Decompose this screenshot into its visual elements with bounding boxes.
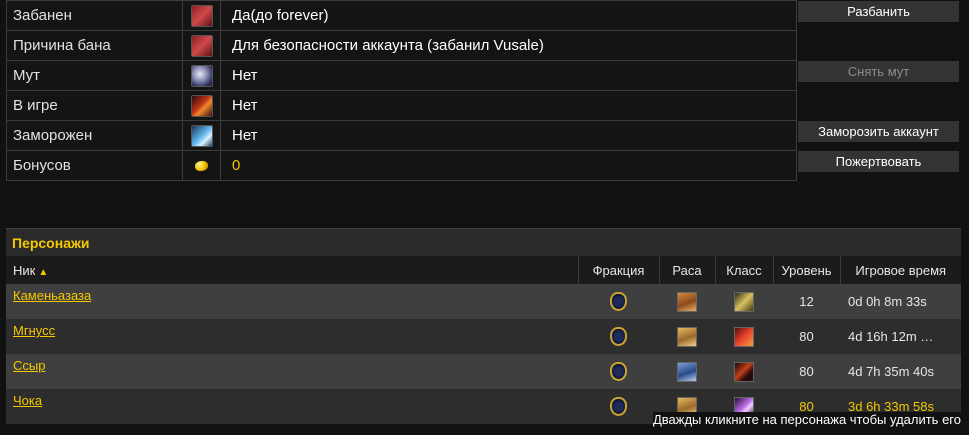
unban-button[interactable]: Разбанить [798,1,959,22]
info-label: Причина бана [6,30,183,61]
paladin-class-icon [734,326,754,347]
info-value: Да(до forever) [220,0,797,31]
info-row-banned: Забанен Да(до forever) [6,0,797,31]
warrior-class-icon [734,291,754,312]
info-label: Бонусов [6,150,183,181]
character-played-time: 4d 16h 12m … [840,319,961,354]
column-header-faction[interactable]: Фракция [577,256,659,284]
characters-panel: Персонажи Ник ▲ Фракция Раса Класс Уровен… [6,228,961,424]
info-value: Нет [220,60,797,91]
alliance-faction-icon [610,327,627,346]
dwarf-race-icon [677,291,697,312]
info-label: Забанен [6,0,183,31]
freeze-account-button[interactable]: Заморозить аккаунт [798,121,959,142]
draenei-race-icon [677,361,697,382]
info-row-online: В игре Нет [6,90,797,121]
mute-icon [190,64,213,87]
donate-button[interactable]: Пожертвовать [798,151,959,172]
character-level: 80 [773,354,840,389]
column-header-class[interactable]: Класс [714,256,773,284]
gold-coin-icon [195,161,208,172]
character-row[interactable]: Ссыр 80 4d 7h 35m 40s [6,354,961,389]
character-level: 12 [773,284,840,319]
character-name-link[interactable]: Каменьазаза [13,288,91,303]
characters-title: Персонажи [6,228,961,256]
info-value: 0 [220,150,797,181]
column-header-nick[interactable]: Ник ▲ [6,256,578,284]
character-name-link[interactable]: Чока [13,393,42,408]
column-header-race[interactable]: Раса [658,256,715,284]
column-header-played-time[interactable]: Игровое время [839,256,961,284]
character-row[interactable]: Мгнусс 80 4d 16h 12m … [6,319,961,354]
column-header-level[interactable]: Уровень [772,256,840,284]
online-icon [190,94,213,117]
info-row-ban-reason: Причина бана Для безопасности аккаунта (… [6,30,797,61]
info-label: Заморожен [6,120,183,151]
info-value: Для безопасности аккаунта (забанил Vusal… [220,30,797,61]
alliance-faction-icon [610,292,627,311]
frost-icon [190,124,213,147]
info-label: В игре [6,90,183,121]
info-row-frozen: Заморожен Нет [6,120,797,151]
ban-hand-icon [190,34,213,57]
human-race-icon [677,326,697,347]
ban-hand-icon [190,4,213,27]
character-row[interactable]: Каменьазаза 12 0d 0h 8m 33s [6,284,961,319]
character-name-link[interactable]: Мгнусс [13,323,55,338]
death-knight-class-icon [734,361,754,382]
info-row-mute: Мут Нет [6,60,797,91]
info-row-bonus: Бонусов 0 [6,150,797,181]
characters-table: Ник ▲ Фракция Раса Класс Уровень Игровое … [6,256,961,424]
info-value: Нет [220,90,797,121]
delete-character-hint: Дважды кликните на персонажа чтобы удали… [652,412,961,427]
table-header-row: Ник ▲ Фракция Раса Класс Уровень Игровое … [6,256,961,284]
alliance-faction-icon [610,362,627,381]
info-value: Нет [220,120,797,151]
character-level: 80 [773,319,840,354]
alliance-faction-icon [610,397,627,416]
info-label: Мут [6,60,183,91]
sort-ascending-icon: ▲ [38,266,49,278]
account-info-table: Забанен Да(до forever) Причина бана Для … [6,0,797,181]
character-played-time: 4d 7h 35m 40s [840,354,961,389]
unmute-button[interactable]: Снять мут [798,61,959,82]
character-name-link[interactable]: Ссыр [13,358,45,373]
character-played-time: 0d 0h 8m 33s [840,284,961,319]
